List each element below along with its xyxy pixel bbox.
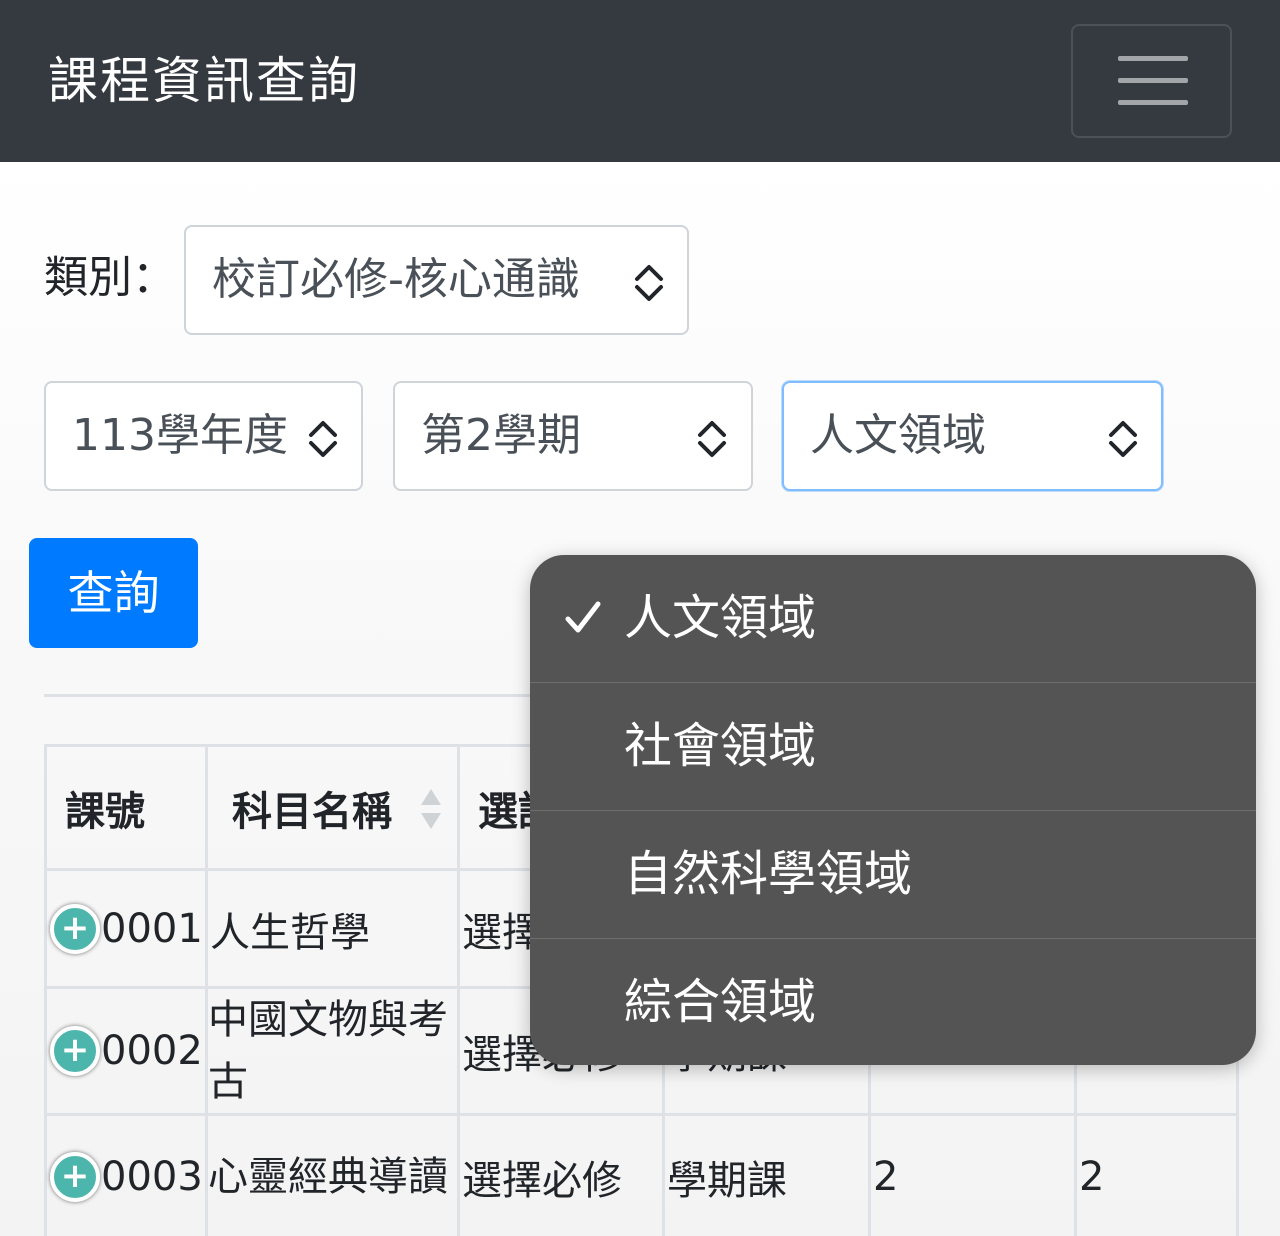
- domain-select-value: 人文領域: [810, 410, 986, 461]
- credits-cell: 2: [868, 1113, 1077, 1236]
- course-name-cell: 人生哲學: [205, 868, 460, 989]
- checkmark-icon: [565, 601, 601, 633]
- course-code-cell: + 0002: [44, 986, 208, 1116]
- course-code: 0001: [101, 905, 203, 952]
- course-code: 0003: [101, 1153, 203, 1200]
- expand-plus-icon[interactable]: +: [50, 1026, 100, 1076]
- column-header-course-name[interactable]: 科目名稱: [205, 744, 460, 871]
- query-button[interactable]: 查詢: [29, 538, 198, 648]
- category-label: 類別：: [44, 252, 176, 303]
- expand-plus-icon[interactable]: +: [50, 1151, 100, 1202]
- navbar: 課程資訊查詢: [0, 0, 1280, 162]
- selection-type-cell: 選擇必修: [457, 1113, 665, 1236]
- dropdown-option-label: 人文領域: [624, 590, 817, 646]
- course-name-cell: 中國文物與考古: [205, 986, 460, 1116]
- sort-icon: [421, 789, 441, 829]
- table-row[interactable]: + 0003 心靈經典導讀 選擇必修 學期課 2 2: [44, 1113, 1239, 1236]
- hamburger-menu-icon-bar: [1118, 100, 1188, 105]
- period-cell: 學期課: [662, 1113, 871, 1236]
- dropdown-option-integrated[interactable]: 綜合領域: [530, 939, 1256, 1065]
- hamburger-menu-icon-bar: [1118, 78, 1188, 83]
- dropdown-option-label: 自然科學領域: [624, 846, 913, 902]
- semester-select[interactable]: 第2學期: [393, 381, 753, 491]
- course-name-cell: 心靈經典導讀: [205, 1113, 460, 1236]
- semester-select-value: 第2學期: [421, 410, 581, 461]
- year-select[interactable]: 113學年度: [44, 381, 363, 491]
- dropdown-option-social[interactable]: 社會領域: [530, 683, 1256, 811]
- dropdown-option-natural-science[interactable]: 自然科學領域: [530, 811, 1256, 939]
- course-code: 0002: [101, 1028, 203, 1074]
- year-select-value: 113學年度: [72, 410, 288, 461]
- column-header-course-code[interactable]: 課號: [44, 744, 208, 871]
- dropdown-option-humanities[interactable]: 人文領域: [530, 555, 1256, 683]
- dropdown-option-label: 綜合領域: [624, 974, 817, 1030]
- course-code-cell: + 0001: [44, 868, 208, 989]
- domain-select[interactable]: 人文領域: [782, 381, 1163, 491]
- domain-dropdown-menu: 人文領域 社會領域 自然科學領域 綜合領域: [530, 555, 1256, 1065]
- category-select-value: 校訂必修-核心通識: [212, 254, 580, 305]
- dropdown-option-label: 社會領域: [624, 718, 817, 774]
- category-select[interactable]: 校訂必修-核心通識: [184, 225, 689, 335]
- chevron-updown-icon: [698, 421, 726, 457]
- page-title[interactable]: 課程資訊查詢: [48, 46, 360, 116]
- hamburger-menu-icon: [1118, 56, 1188, 61]
- course-code-cell: + 0003: [44, 1113, 208, 1236]
- chevron-updown-icon: [635, 265, 663, 301]
- column-header-course-name-label: 科目名稱: [232, 788, 392, 835]
- expand-plus-icon[interactable]: +: [50, 903, 100, 954]
- chevron-updown-icon: [309, 421, 337, 457]
- menu-toggle-button[interactable]: [1071, 24, 1232, 138]
- hours-cell: 2: [1074, 1113, 1239, 1236]
- chevron-updown-icon: [1109, 421, 1137, 457]
